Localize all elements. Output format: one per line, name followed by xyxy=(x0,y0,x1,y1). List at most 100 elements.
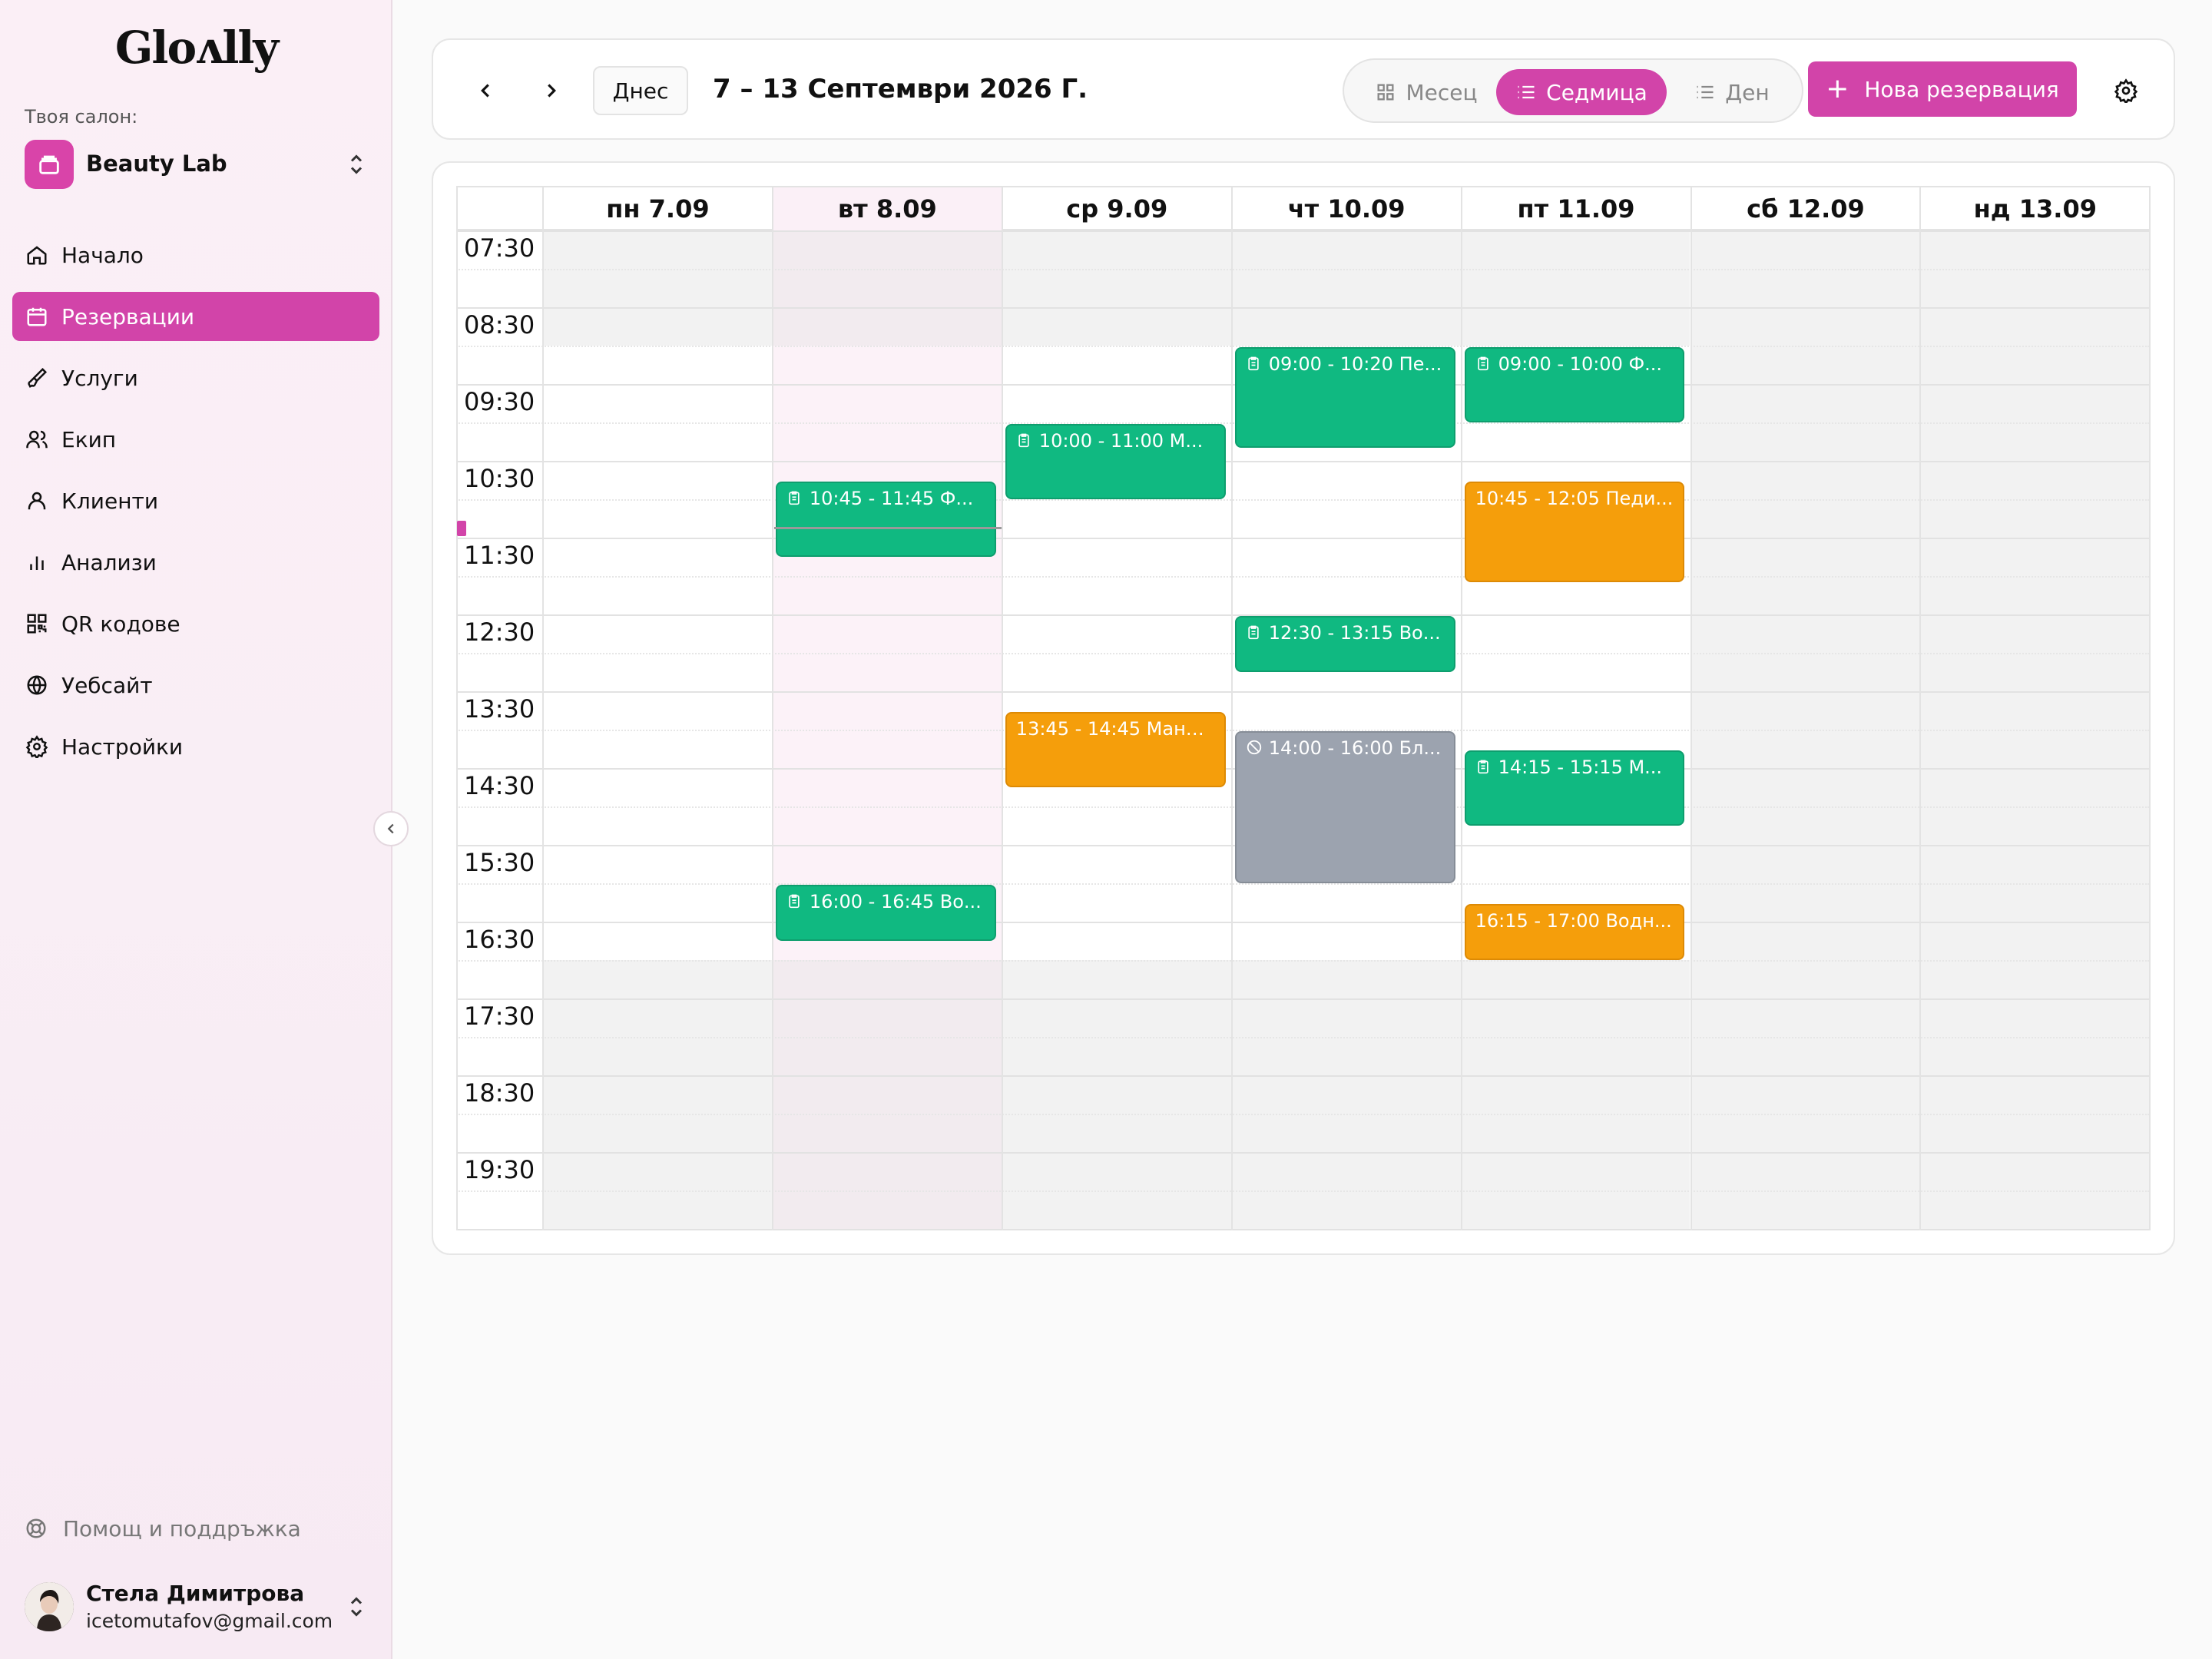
time-slot[interactable] xyxy=(1230,461,1461,499)
time-slot[interactable] xyxy=(1919,845,2150,883)
salon-switcher[interactable]: Beauty Lab xyxy=(25,140,370,189)
time-slot[interactable] xyxy=(1230,499,1461,538)
time-slot[interactable] xyxy=(1690,576,1920,614)
help-support-link[interactable]: Помощ и поддръжка xyxy=(25,1516,301,1541)
time-slot[interactable] xyxy=(1001,1152,1231,1190)
time-slot[interactable] xyxy=(1690,653,1920,691)
time-slot[interactable] xyxy=(542,1152,772,1190)
time-slot[interactable] xyxy=(1230,998,1461,1037)
time-slot[interactable] xyxy=(542,845,772,883)
time-slot[interactable] xyxy=(1001,269,1231,307)
time-slot[interactable] xyxy=(1460,230,1690,269)
next-week-button[interactable] xyxy=(530,69,573,112)
time-slot[interactable] xyxy=(542,230,772,269)
time-slot[interactable] xyxy=(542,1037,772,1075)
collapse-sidebar-button[interactable] xyxy=(373,811,409,846)
time-slot[interactable] xyxy=(1919,269,2150,307)
time-slot[interactable] xyxy=(1460,269,1690,307)
time-slot[interactable] xyxy=(542,730,772,768)
time-slot[interactable] xyxy=(542,461,772,499)
time-slot[interactable] xyxy=(771,346,1002,384)
new-booking-button[interactable]: + Нова резервация xyxy=(1808,61,2077,117)
time-slot[interactable] xyxy=(542,691,772,730)
time-slot[interactable] xyxy=(1230,1037,1461,1075)
time-slot[interactable] xyxy=(1690,768,1920,806)
time-slot[interactable] xyxy=(771,1190,1002,1229)
today-button[interactable]: Днес xyxy=(593,66,688,115)
time-slot[interactable] xyxy=(1690,538,1920,576)
time-slot[interactable] xyxy=(771,998,1002,1037)
time-slot[interactable] xyxy=(1690,691,1920,730)
view-week-button[interactable]: Седмица xyxy=(1496,69,1667,115)
time-slot[interactable] xyxy=(771,1152,1002,1190)
time-slot[interactable] xyxy=(1001,1075,1231,1114)
sidebar-item-qr-codes[interactable]: QR кодове xyxy=(12,599,379,648)
time-slot[interactable] xyxy=(542,653,772,691)
time-slot[interactable] xyxy=(771,730,1002,768)
booking-event[interactable]: 10:45 - 11:45 Ф... xyxy=(775,482,996,557)
time-slot[interactable] xyxy=(1690,1114,1920,1152)
time-slot[interactable] xyxy=(1460,653,1690,691)
time-slot[interactable] xyxy=(542,806,772,845)
time-slot[interactable] xyxy=(1001,499,1231,538)
time-slot[interactable] xyxy=(1001,307,1231,346)
time-slot[interactable] xyxy=(1690,1075,1920,1114)
time-slot[interactable] xyxy=(1001,845,1231,883)
time-slot[interactable] xyxy=(1690,960,1920,998)
time-slot[interactable] xyxy=(1001,998,1231,1037)
user-menu[interactable]: Стела Димитрова icetomutafov@gmail.com xyxy=(25,1581,370,1634)
time-slot[interactable] xyxy=(1460,845,1690,883)
time-slot[interactable] xyxy=(542,538,772,576)
time-slot[interactable] xyxy=(542,960,772,998)
time-slot[interactable] xyxy=(1919,422,2150,461)
time-slot[interactable] xyxy=(1690,346,1920,384)
time-slot[interactable] xyxy=(771,1037,1002,1075)
time-slot[interactable] xyxy=(1001,1114,1231,1152)
booking-event[interactable]: 10:00 - 11:00 М... xyxy=(1005,424,1226,499)
time-slot[interactable] xyxy=(1460,691,1690,730)
time-slot[interactable] xyxy=(1919,691,2150,730)
app-logo[interactable]: Gloʌlly xyxy=(0,22,392,74)
sidebar-item-home[interactable]: Начало xyxy=(12,230,379,280)
time-slot[interactable] xyxy=(771,653,1002,691)
time-slot[interactable] xyxy=(542,922,772,960)
time-slot[interactable] xyxy=(1919,922,2150,960)
time-slot[interactable] xyxy=(771,576,1002,614)
time-slot[interactable] xyxy=(1460,307,1690,346)
time-slot[interactable] xyxy=(1460,422,1690,461)
sidebar-item-services[interactable]: Услуги xyxy=(12,353,379,402)
time-slot[interactable] xyxy=(771,845,1002,883)
time-slot[interactable] xyxy=(1460,1037,1690,1075)
time-slot[interactable] xyxy=(771,422,1002,461)
time-slot[interactable] xyxy=(771,307,1002,346)
time-slot[interactable] xyxy=(1690,461,1920,499)
time-slot[interactable] xyxy=(1460,1190,1690,1229)
sidebar-item-website[interactable]: Уебсайт xyxy=(12,661,379,710)
day-header[interactable]: чт 10.09 xyxy=(1230,187,1461,230)
sidebar-item-settings[interactable]: Настройки xyxy=(12,722,379,771)
booking-event[interactable]: 09:00 - 10:20 Пе... xyxy=(1234,347,1455,449)
time-slot[interactable] xyxy=(1690,499,1920,538)
time-slot[interactable] xyxy=(1919,1037,2150,1075)
time-slot[interactable] xyxy=(1919,1114,2150,1152)
time-slot[interactable] xyxy=(1690,730,1920,768)
time-slot[interactable] xyxy=(1001,922,1231,960)
time-slot[interactable] xyxy=(1001,576,1231,614)
time-slot[interactable] xyxy=(1001,806,1231,845)
time-slot[interactable] xyxy=(1919,384,2150,422)
time-slot[interactable] xyxy=(1460,960,1690,998)
time-slot[interactable] xyxy=(542,883,772,922)
time-slot[interactable] xyxy=(1001,960,1231,998)
time-slot[interactable] xyxy=(542,1075,772,1114)
time-slot[interactable] xyxy=(542,1114,772,1152)
time-slot[interactable] xyxy=(771,1114,1002,1152)
booking-event[interactable]: 14:15 - 15:15 М... xyxy=(1464,750,1685,826)
time-slot[interactable] xyxy=(1001,614,1231,653)
time-slot[interactable] xyxy=(1690,307,1920,346)
view-day-button[interactable]: Ден xyxy=(1674,69,1790,115)
day-header[interactable]: сб 12.09 xyxy=(1690,187,1920,230)
time-slot[interactable] xyxy=(771,960,1002,998)
time-slot[interactable] xyxy=(542,768,772,806)
time-slot[interactable] xyxy=(1230,538,1461,576)
time-slot[interactable] xyxy=(1690,806,1920,845)
